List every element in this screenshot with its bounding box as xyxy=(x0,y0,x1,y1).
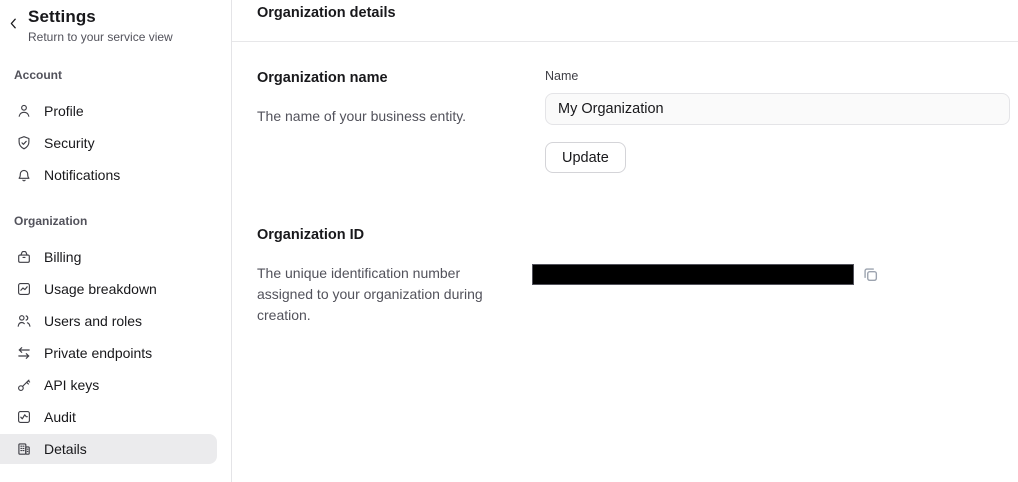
sidebar-item-label: Users and roles xyxy=(44,313,142,329)
org-id-section: Organization ID The unique identificatio… xyxy=(257,226,1010,326)
section-label-account: Account xyxy=(14,68,231,83)
copy-org-id-button[interactable] xyxy=(862,266,879,286)
arrows-left-right-icon xyxy=(16,345,32,361)
sidebar-item-api-keys[interactable]: API keys xyxy=(0,370,217,400)
sidebar-subtitle: Return to your service view xyxy=(28,30,173,44)
nav-list: Profile Security Notifications xyxy=(0,96,231,190)
org-id-description: The unique identification number assigne… xyxy=(257,263,507,326)
org-name-title: Organization name xyxy=(257,69,545,87)
sidebar-item-label: Notifications xyxy=(44,167,120,183)
sidebar-item-profile[interactable]: Profile xyxy=(0,96,217,126)
audit-icon xyxy=(16,409,32,425)
sidebar-item-label: Usage breakdown xyxy=(44,281,157,297)
sidebar-item-audit[interactable]: Audit xyxy=(0,402,217,432)
key-icon xyxy=(16,377,32,393)
sidebar-item-label: Audit xyxy=(44,409,76,425)
sidebar-item-details[interactable]: Details xyxy=(0,434,217,464)
sidebar-item-label: Private endpoints xyxy=(44,345,152,361)
sidebar-item-label: Security xyxy=(44,135,95,151)
chart-icon xyxy=(16,281,32,297)
org-name-description: The name of your business entity. xyxy=(257,106,545,127)
main-header: Organization details xyxy=(232,0,1018,42)
sidebar-item-users-and-roles[interactable]: Users and roles xyxy=(0,306,217,336)
sidebar-item-private-endpoints[interactable]: Private endpoints xyxy=(0,338,217,368)
sidebar-header: Settings Return to your service view xyxy=(0,6,231,44)
chevron-left-icon xyxy=(6,16,21,34)
sidebar-item-label: Profile xyxy=(44,103,84,119)
name-field-label: Name xyxy=(545,69,1010,84)
building-icon xyxy=(16,441,32,457)
section-label-organization: Organization xyxy=(14,214,231,229)
shield-check-icon xyxy=(16,135,32,151)
sidebar-item-billing[interactable]: Billing xyxy=(0,242,217,272)
page-title: Organization details xyxy=(257,6,1018,21)
wallet-icon xyxy=(16,249,32,265)
nav-list: Billing Usage breakdown Users and roles Pri… xyxy=(0,242,231,464)
content: Organization name The name of your busin… xyxy=(232,42,1018,326)
sidebar-item-label: Details xyxy=(44,441,87,457)
sidebar-item-usage-breakdown[interactable]: Usage breakdown xyxy=(0,274,217,304)
sidebar-item-security[interactable]: Security xyxy=(0,128,217,158)
org-name-section: Organization name The name of your busin… xyxy=(257,69,1010,173)
bell-icon xyxy=(16,167,32,183)
sidebar-nav: Account Profile Security Notifications Organ… xyxy=(0,68,231,464)
users-icon xyxy=(16,313,32,329)
copy-icon xyxy=(862,266,879,286)
main-panel: Organization details Organization name T… xyxy=(232,0,1018,482)
update-button[interactable]: Update xyxy=(545,142,626,173)
sidebar-item-label: API keys xyxy=(44,377,99,393)
org-id-title: Organization ID xyxy=(257,226,532,244)
sidebar-item-label: Billing xyxy=(44,249,81,265)
name-input[interactable] xyxy=(545,93,1010,125)
sidebar-title: Settings xyxy=(28,6,173,27)
settings-sidebar: Settings Return to your service view Acc… xyxy=(0,0,232,482)
org-id-redacted-value xyxy=(532,264,854,285)
sidebar-item-notifications[interactable]: Notifications xyxy=(0,160,217,190)
user-icon xyxy=(16,103,32,119)
back-button[interactable] xyxy=(2,14,24,36)
